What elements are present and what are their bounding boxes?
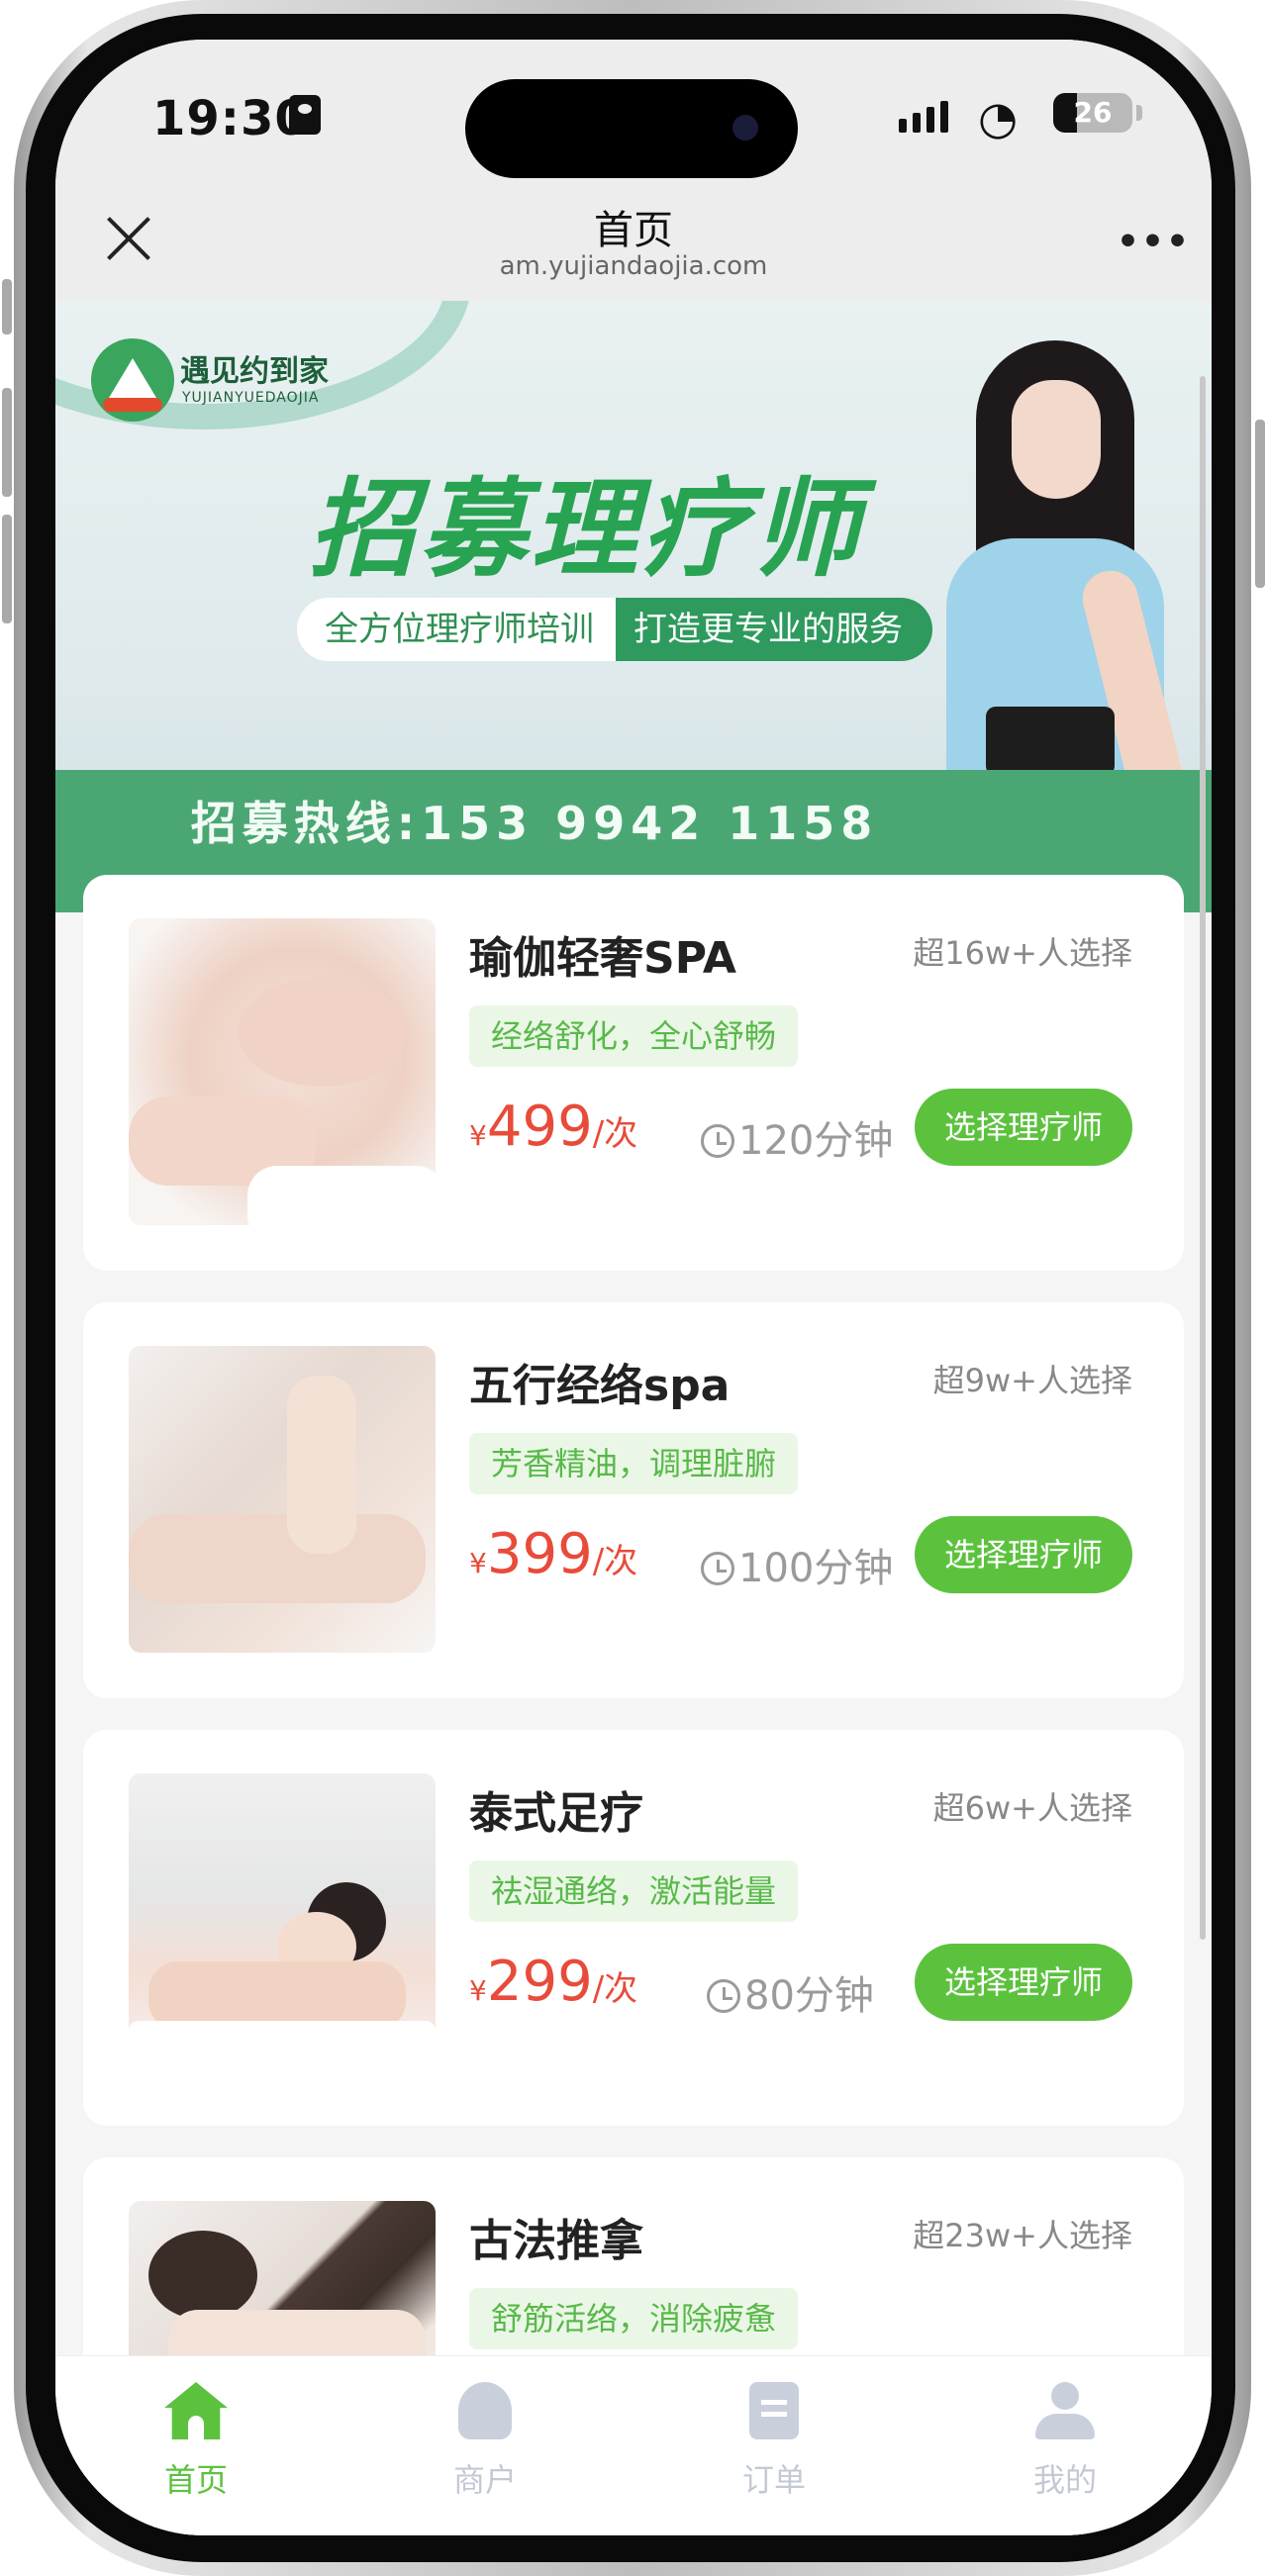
- status-time: 19:30: [152, 91, 309, 146]
- focus-mode-icon: [289, 95, 321, 135]
- order-icon: [749, 2382, 799, 2439]
- service-popularity: 超6w+人选择: [932, 1789, 1132, 1827]
- merchant-icon: [458, 2382, 512, 2439]
- page-url: am.yujiandaojia.com: [499, 251, 768, 281]
- bottom-tab-bar: 首页 商户 订单 我的: [55, 2355, 1212, 2535]
- service-image: [129, 918, 436, 1225]
- tab-label: 首页: [163, 2461, 228, 2499]
- power-button: [1255, 420, 1265, 588]
- service-popularity: 超23w+人选择: [913, 2217, 1132, 2254]
- dynamic-island: [465, 79, 798, 178]
- cellular-signal-icon: [899, 99, 948, 133]
- service-tag: 舒筋活络，消除疲惫: [469, 2288, 799, 2349]
- clock-icon: [707, 1979, 740, 2013]
- recruit-hotline: 招募热线:153 9942 1158: [190, 797, 879, 850]
- banner-tagline-right: 打造更专业的服务: [616, 598, 932, 661]
- tab-orders[interactable]: 订单: [675, 2356, 873, 2535]
- service-title: 瑜伽轻奢SPA: [469, 933, 736, 984]
- banner-tagline: 全方位理疗师培训 打造更专业的服务: [297, 598, 932, 661]
- tab-label: 商户: [452, 2461, 517, 2499]
- action-button: [2, 279, 12, 334]
- service-duration: 120分钟: [701, 1108, 893, 1166]
- tab-label: 我的: [1032, 2461, 1097, 2499]
- top-bar: 19:30 ◔ 26 首页 am.yujiandaojia.com •••: [55, 40, 1212, 301]
- service-tag: 芳香精油，调理脏腑: [469, 1433, 799, 1494]
- brand-logo-text: 遇见约到家: [180, 354, 329, 389]
- service-price: ¥299/次: [469, 1950, 638, 2014]
- tab-label: 订单: [741, 2461, 806, 2499]
- tab-home[interactable]: 首页: [97, 2356, 295, 2535]
- brand-logo-subtext: YUJIANYUEDAOJIA: [182, 390, 320, 406]
- profile-icon: [1035, 2382, 1095, 2439]
- service-card[interactable]: 泰式足疗 超6w+人选择 祛湿通络，激活能量 ¥299/次 80分钟 选择理疗师: [83, 1730, 1184, 2126]
- service-price: ¥399/次: [469, 1522, 638, 1586]
- more-options-button[interactable]: •••: [1117, 222, 1191, 262]
- select-therapist-button[interactable]: 选择理疗师: [915, 1089, 1132, 1166]
- battery-level: 26: [1073, 96, 1113, 129]
- banner-headline: 招募理疗师: [309, 468, 864, 592]
- camera-icon: [732, 115, 758, 141]
- service-duration: 80分钟: [707, 1963, 874, 2021]
- battery-icon: 26: [1053, 93, 1132, 133]
- service-duration: 100分钟: [701, 1536, 893, 1593]
- service-popularity: 超16w+人选择: [913, 934, 1132, 972]
- home-icon: [164, 2382, 228, 2439]
- brand-logo-icon: [91, 338, 174, 422]
- screen: 19:30 ◔ 26 首页 am.yujiandaojia.com ••• 遇见…: [55, 40, 1212, 2535]
- service-title: 泰式足疗: [469, 1788, 643, 1839]
- service-tag: 祛湿通络，激活能量: [469, 1860, 799, 1922]
- wifi-icon: ◔: [978, 91, 1019, 144]
- scrollbar[interactable]: [1200, 376, 1206, 1940]
- volume-down-button: [2, 515, 12, 623]
- select-therapist-button[interactable]: 选择理疗师: [915, 1516, 1132, 1593]
- tab-profile[interactable]: 我的: [966, 2356, 1164, 2535]
- service-image: [129, 1773, 436, 2080]
- volume-up-button: [2, 388, 12, 497]
- service-image: [129, 1346, 436, 1653]
- service-popularity: 超9w+人选择: [932, 1362, 1132, 1399]
- tab-merchant[interactable]: 商户: [386, 2356, 584, 2535]
- recruit-banner[interactable]: 遇见约到家 YUJIANYUEDAOJIA 招募理疗师 全方位理疗师培训 打造更…: [55, 301, 1212, 912]
- select-therapist-button[interactable]: 选择理疗师: [915, 1944, 1132, 2021]
- service-card[interactable]: 五行经络spa 超9w+人选择 芳香精油，调理脏腑 ¥399/次 100分钟 选…: [83, 1302, 1184, 1698]
- service-price: ¥499/次: [469, 1095, 638, 1159]
- banner-tagline-left: 全方位理疗师培训: [297, 598, 616, 661]
- clock-icon: [701, 1124, 734, 1158]
- service-card[interactable]: 瑜伽轻奢SPA 超16w+人选择 经络舒化，全心舒畅 ¥499/次 120分钟 …: [83, 875, 1184, 1271]
- service-tag: 经络舒化，全心舒畅: [469, 1005, 799, 1067]
- service-title: 古法推拿: [469, 2216, 643, 2266]
- service-title: 五行经络spa: [469, 1361, 731, 1411]
- clock-icon: [701, 1552, 734, 1585]
- page-title: 首页: [594, 208, 673, 253]
